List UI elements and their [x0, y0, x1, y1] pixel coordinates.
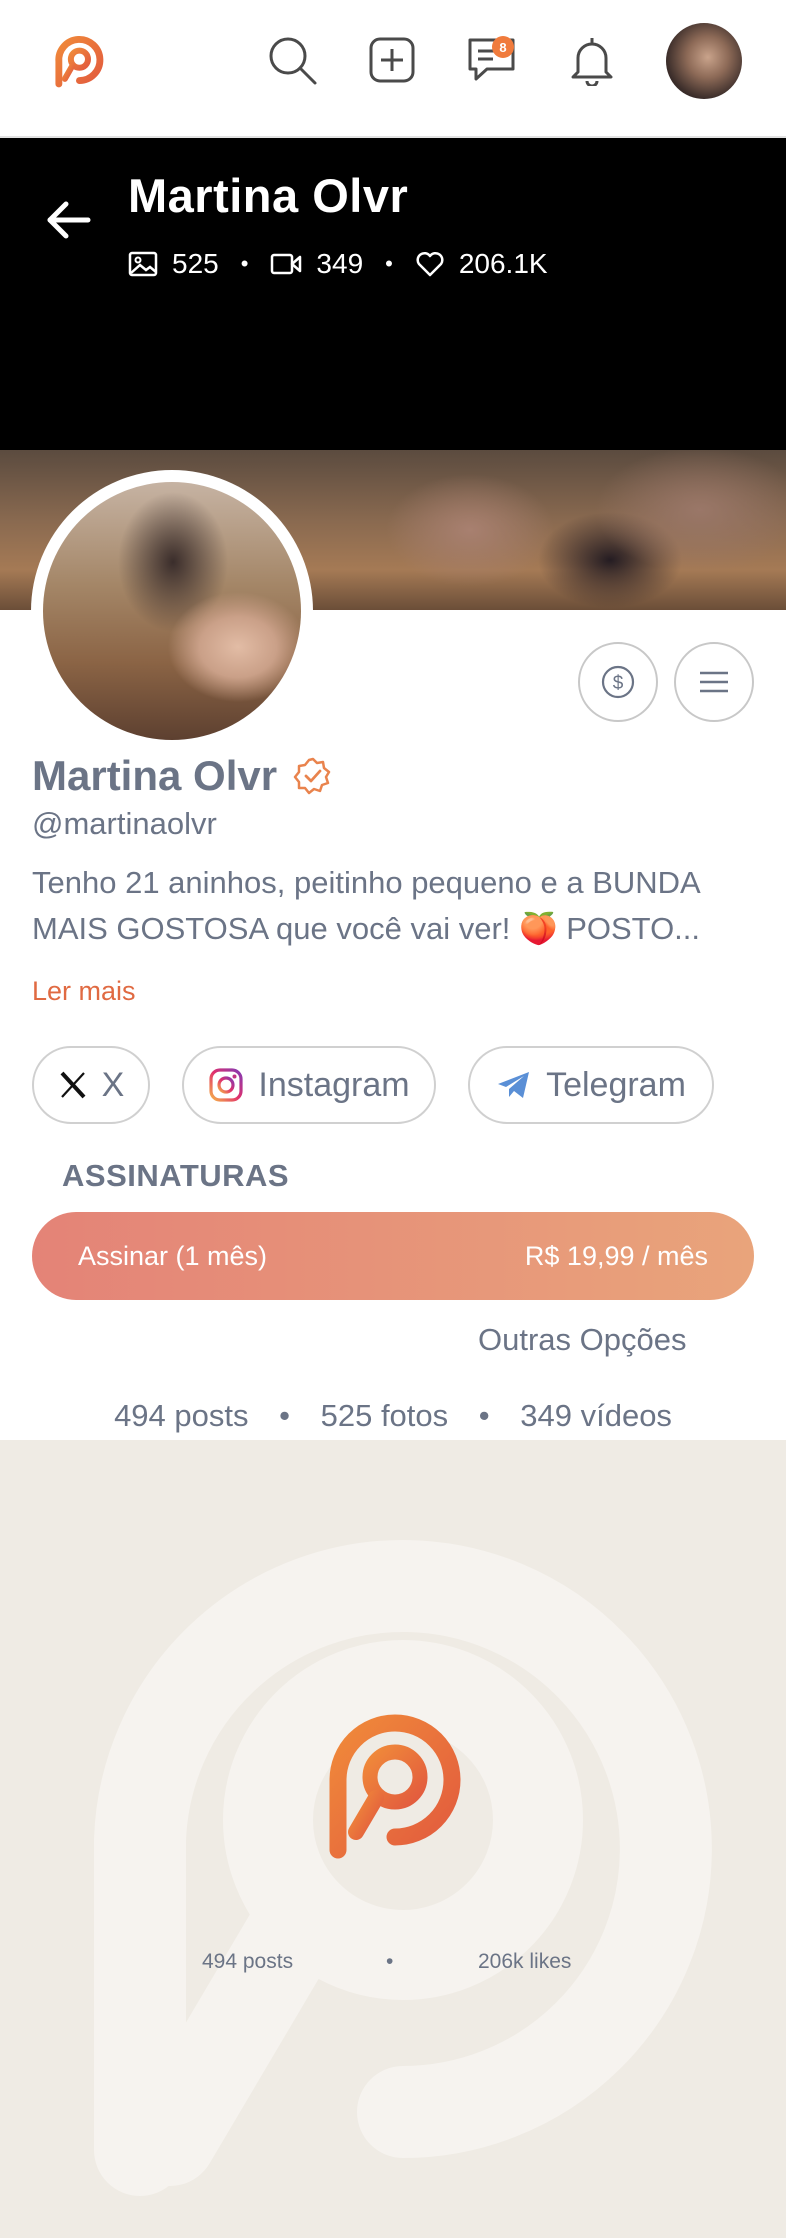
other-options-link[interactable]: Outras Opções [478, 1322, 686, 1358]
svg-text:$: $ [613, 673, 624, 694]
stats-separator: • [240, 251, 249, 276]
plus-square-icon[interactable] [362, 22, 422, 98]
read-more-link[interactable]: Ler mais [32, 976, 136, 1007]
chat-icon[interactable]: 8 [462, 22, 522, 98]
placeholder-separator: • [386, 1950, 394, 1973]
placeholder-posts: 494 posts [202, 1950, 294, 1973]
search-icon[interactable] [262, 22, 322, 98]
subscriptions-title: ASSINATURAS [62, 1158, 290, 1193]
photos-tab[interactable]: 525 fotos [321, 1398, 449, 1433]
x-label: X [101, 1065, 125, 1104]
header-title: Martina Olvr [128, 169, 409, 222]
x-logo-icon [60, 1071, 86, 1099]
counts-separator: • [279, 1398, 290, 1433]
telegram-label: Telegram [546, 1065, 686, 1104]
heart-icon [416, 251, 444, 277]
tip-button[interactable]: $ [578, 642, 658, 722]
counts-separator: • [478, 1398, 490, 1433]
profile-avatar[interactable] [43, 482, 301, 740]
profile-handle: @martinaolvr [32, 806, 217, 841]
bell-icon[interactable] [562, 22, 622, 98]
verified-badge-icon [293, 757, 331, 795]
posts-count[interactable]: 494 posts [114, 1398, 248, 1433]
profile-name: Martina Olvr [32, 752, 333, 800]
placeholder-likes: 206k likes [478, 1950, 572, 1973]
telegram-link-button[interactable]: Telegram [468, 1046, 714, 1124]
instagram-icon [209, 1068, 244, 1102]
videos-count: 349 [316, 248, 364, 279]
brand-logo-icon [318, 1700, 468, 1866]
subscribe-button[interactable]: Assinar (1 mês) R$ 19,99 / mês [32, 1212, 754, 1300]
instagram-label: Instagram [258, 1065, 410, 1104]
videos-tab[interactable]: 349 vídeos [520, 1398, 672, 1433]
content-counts: 494 posts • 525 fotos • 349 vídeos [0, 1398, 786, 1434]
image-icon [128, 251, 158, 277]
photos-count: 525 [172, 248, 219, 279]
profile-name-text: Martina Olvr [32, 752, 278, 799]
avatar[interactable] [666, 23, 742, 99]
instagram-link-button[interactable]: Instagram [182, 1046, 436, 1124]
header-stats: 525 • 349 • 206.1K [128, 248, 548, 280]
telegram-icon [498, 1072, 530, 1098]
profile-bio: Tenho 21 aninhos, peitinho pequeno e a B… [32, 865, 701, 946]
stats-separator: • [385, 251, 393, 276]
subscribe-label: Assinar (1 mês) [78, 1240, 268, 1271]
likes-count: 206.1K [458, 248, 548, 279]
dollar-icon: $ [601, 665, 635, 699]
back-arrow-icon[interactable] [44, 196, 92, 244]
x-link-button[interactable]: X [32, 1046, 150, 1124]
subscribe-price: R$ 19,99 / mês [524, 1240, 708, 1271]
messages-badge: 8 [492, 36, 514, 58]
hamburger-icon [700, 671, 728, 693]
logo-icon[interactable] [46, 22, 106, 98]
video-icon [271, 253, 302, 275]
menu-button[interactable] [674, 642, 754, 722]
